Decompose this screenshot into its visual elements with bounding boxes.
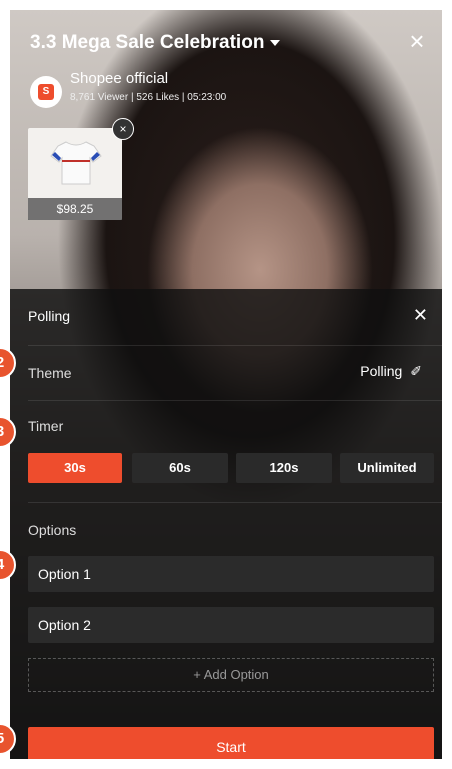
timer-option-30s[interactable]: 30s: [28, 453, 122, 483]
timer-option-unlimited[interactable]: Unlimited: [340, 453, 434, 483]
options-label: Options: [28, 522, 77, 538]
option-2-input[interactable]: Option 2: [28, 607, 434, 643]
sheet-title: Polling: [28, 308, 71, 324]
tshirt-icon: [50, 141, 102, 185]
add-option-button[interactable]: + Add Option: [28, 658, 434, 692]
stream-stats: 8,761 Viewer | 526 Likes | 05:23:00: [70, 92, 227, 103]
timer-option-60s[interactable]: 60s: [132, 453, 228, 483]
divider: [28, 400, 442, 401]
chevron-down-icon: [270, 39, 281, 46]
theme-label: Theme: [28, 365, 72, 381]
start-button[interactable]: Start: [28, 727, 434, 759]
shop-avatar[interactable]: S: [30, 76, 62, 108]
theme-value[interactable]: Polling ✐: [360, 363, 422, 380]
close-icon[interactable]: ×: [406, 28, 428, 54]
polling-sheet: Polling ✕ Theme Polling ✐ Timer 30s 60s 1…: [10, 289, 442, 759]
product-price: $98.25: [28, 198, 122, 220]
stream-title-text: 3.3 Mega Sale Celebration: [30, 32, 265, 53]
shopee-bag-icon: S: [38, 84, 54, 100]
divider: [28, 502, 442, 503]
pencil-icon: ✐: [410, 363, 422, 379]
timer-option-120s[interactable]: 120s: [236, 453, 332, 483]
theme-value-text: Polling: [360, 363, 403, 379]
product-card[interactable]: $98.25: [28, 128, 122, 220]
shop-name: Shopee official: [70, 70, 169, 87]
close-icon[interactable]: ✕: [413, 305, 428, 326]
live-stream-frame: 3.3 Mega Sale Celebration × S Shopee off…: [10, 10, 442, 759]
sheet-header: Polling ✕: [10, 289, 442, 345]
divider: [28, 345, 442, 346]
option-1-input[interactable]: Option 1: [28, 556, 434, 592]
remove-product-icon[interactable]: ×: [112, 118, 134, 140]
stream-title[interactable]: 3.3 Mega Sale Celebration: [30, 32, 281, 54]
timer-label: Timer: [28, 418, 64, 434]
